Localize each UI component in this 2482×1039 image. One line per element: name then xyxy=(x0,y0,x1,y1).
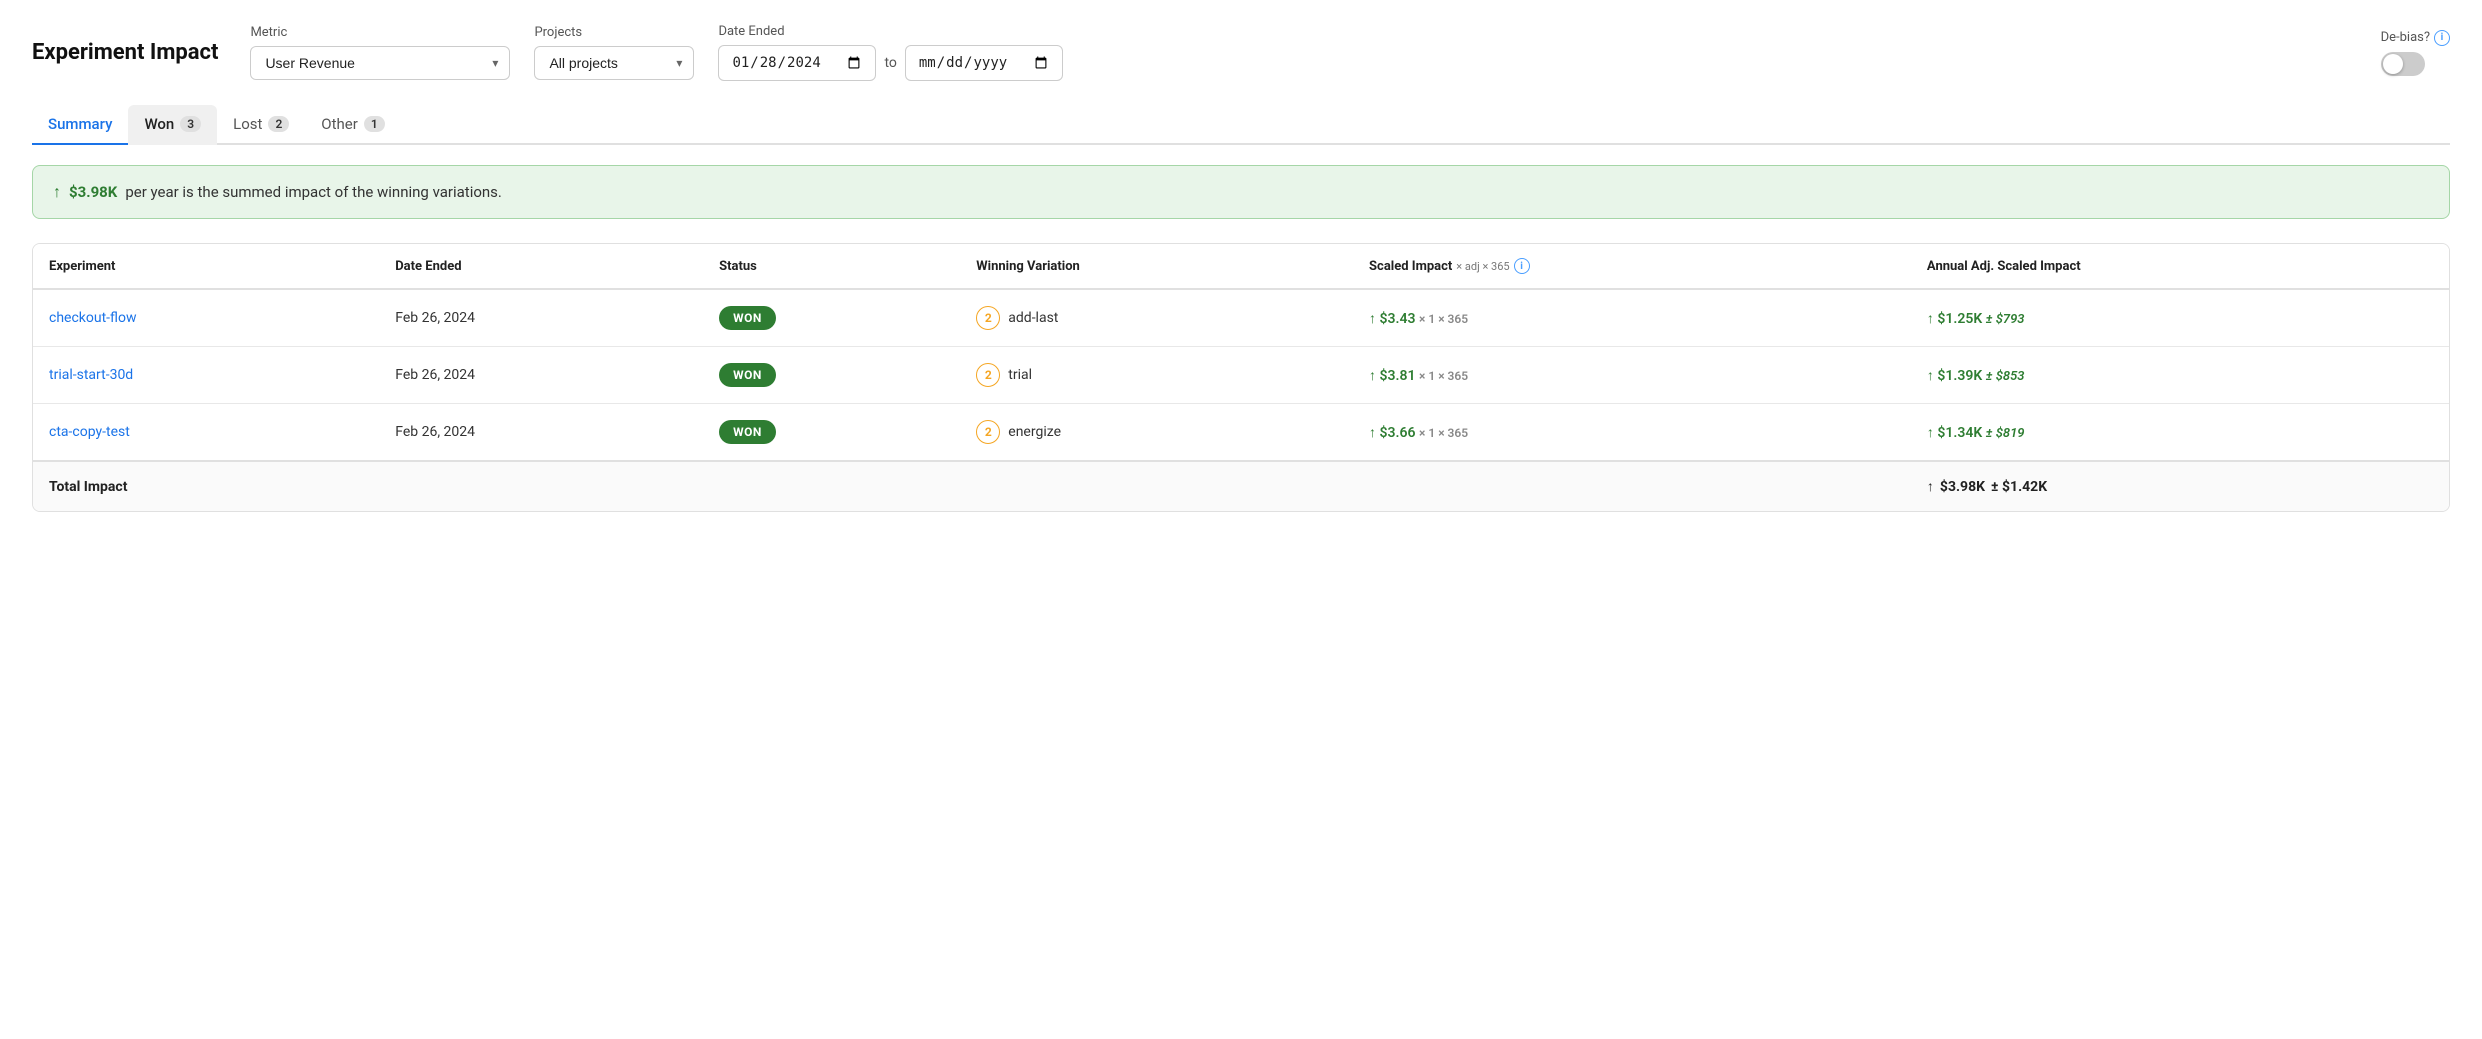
tab-other-badge: 1 xyxy=(364,116,385,132)
projects-label: Projects xyxy=(534,25,694,40)
total-arrow-icon: ↑ xyxy=(1927,478,1934,495)
projects-select[interactable]: All projects xyxy=(534,46,694,80)
status-badge-3: WON xyxy=(719,420,776,444)
date-separator: to xyxy=(884,55,896,71)
table-row: checkout-flow Feb 26, 2024 WON 2 add-las… xyxy=(33,289,2449,347)
tab-lost[interactable]: Lost 2 xyxy=(217,105,305,145)
variation-cell-1: 2 add-last xyxy=(976,306,1337,330)
col-annual-impact: Annual Adj. Scaled Impact xyxy=(1911,244,2449,289)
variation-num-3: 2 xyxy=(976,420,1000,444)
col-date-ended: Date Ended xyxy=(379,244,703,289)
experiment-link-1[interactable]: checkout-flow xyxy=(49,310,137,326)
date-from-input[interactable] xyxy=(718,45,876,81)
date-ended-2: Feb 26, 2024 xyxy=(379,347,703,404)
date-to-input[interactable] xyxy=(905,45,1063,81)
total-row: Total Impact ↑ $3.98K ± $1.42K xyxy=(33,461,2449,511)
tab-won[interactable]: Won 3 xyxy=(128,105,217,145)
col-experiment: Experiment xyxy=(33,244,379,289)
banner-arrow-icon: ↑ xyxy=(53,182,61,202)
metric-group: Metric User Revenue Conversion Rate Reve… xyxy=(250,25,510,80)
table-row: trial-start-30d Feb 26, 2024 WON 2 trial xyxy=(33,347,2449,404)
date-ended-group: Date Ended to xyxy=(718,24,1062,81)
debias-label: De-bias? xyxy=(2381,30,2430,45)
annual-impact-1: ↑ $1.25K ± $793 xyxy=(1927,311,2025,327)
toggle-knob xyxy=(2383,54,2403,74)
variation-num-1: 2 xyxy=(976,306,1000,330)
metric-label: Metric xyxy=(250,25,510,40)
scaled-impact-3: ↑ $3.66 × 1 × 365 xyxy=(1369,425,1468,441)
variation-name-1: add-last xyxy=(1008,310,1058,326)
col-winning-variation: Winning Variation xyxy=(960,244,1353,289)
tab-summary-label: Summary xyxy=(48,115,112,133)
debias-group: De-bias? i xyxy=(2381,30,2450,76)
tab-lost-label: Lost xyxy=(233,115,262,133)
experiment-link-3[interactable]: cta-copy-test xyxy=(49,424,130,440)
total-amount: $3.98K xyxy=(1940,479,1985,495)
scaled-impact-info-icon[interactable]: i xyxy=(1514,258,1530,274)
date-ended-label: Date Ended xyxy=(718,24,1062,39)
tab-other-label: Other xyxy=(321,115,358,133)
experiment-link-2[interactable]: trial-start-30d xyxy=(49,367,133,383)
date-ended-3: Feb 26, 2024 xyxy=(379,404,703,462)
tab-won-badge: 3 xyxy=(180,116,201,132)
total-label: Total Impact xyxy=(33,461,379,511)
status-badge-2: WON xyxy=(719,363,776,387)
variation-name-2: trial xyxy=(1008,367,1032,383)
projects-group: Projects All projects ▾ xyxy=(534,25,694,80)
page-title: Experiment Impact xyxy=(32,40,218,65)
banner-text: per year is the summed impact of the win… xyxy=(125,183,502,201)
impact-banner: ↑ $3.98K per year is the summed impact o… xyxy=(32,165,2450,219)
total-pm: ± $1.42K xyxy=(1991,479,2047,495)
metric-select[interactable]: User Revenue Conversion Rate Revenue per… xyxy=(250,46,510,80)
tab-won-label: Won xyxy=(144,115,174,133)
table-row: cta-copy-test Feb 26, 2024 WON 2 energiz… xyxy=(33,404,2449,462)
banner-amount: $3.98K xyxy=(69,183,117,201)
tab-other[interactable]: Other 1 xyxy=(305,105,400,145)
debias-toggle[interactable] xyxy=(2381,52,2425,76)
variation-name-3: energize xyxy=(1008,424,1061,440)
variation-num-2: 2 xyxy=(976,363,1000,387)
tab-summary[interactable]: Summary xyxy=(32,105,128,145)
debias-info-icon[interactable]: i xyxy=(2434,30,2450,46)
annual-impact-3: ↑ $1.34K ± $819 xyxy=(1927,425,2025,441)
col-status: Status xyxy=(703,244,960,289)
scaled-impact-2: ↑ $3.81 × 1 × 365 xyxy=(1369,368,1468,384)
date-ended-1: Feb 26, 2024 xyxy=(379,289,703,347)
col-scaled-impact: Scaled Impact × adj × 365 i xyxy=(1353,244,1911,289)
status-badge-1: WON xyxy=(719,306,776,330)
experiments-table: Experiment Date Ended Status Winning Var… xyxy=(32,243,2450,512)
annual-impact-2: ↑ $1.39K ± $853 xyxy=(1927,368,2025,384)
tab-bar: Summary Won 3 Lost 2 Other 1 xyxy=(32,105,2450,145)
scaled-impact-1: ↑ $3.43 × 1 × 365 xyxy=(1369,311,1468,327)
variation-cell-2: 2 trial xyxy=(976,363,1337,387)
tab-lost-badge: 2 xyxy=(268,116,289,132)
total-impact-value: ↑ $3.98K ± $1.42K xyxy=(1927,478,2433,495)
variation-cell-3: 2 energize xyxy=(976,420,1337,444)
